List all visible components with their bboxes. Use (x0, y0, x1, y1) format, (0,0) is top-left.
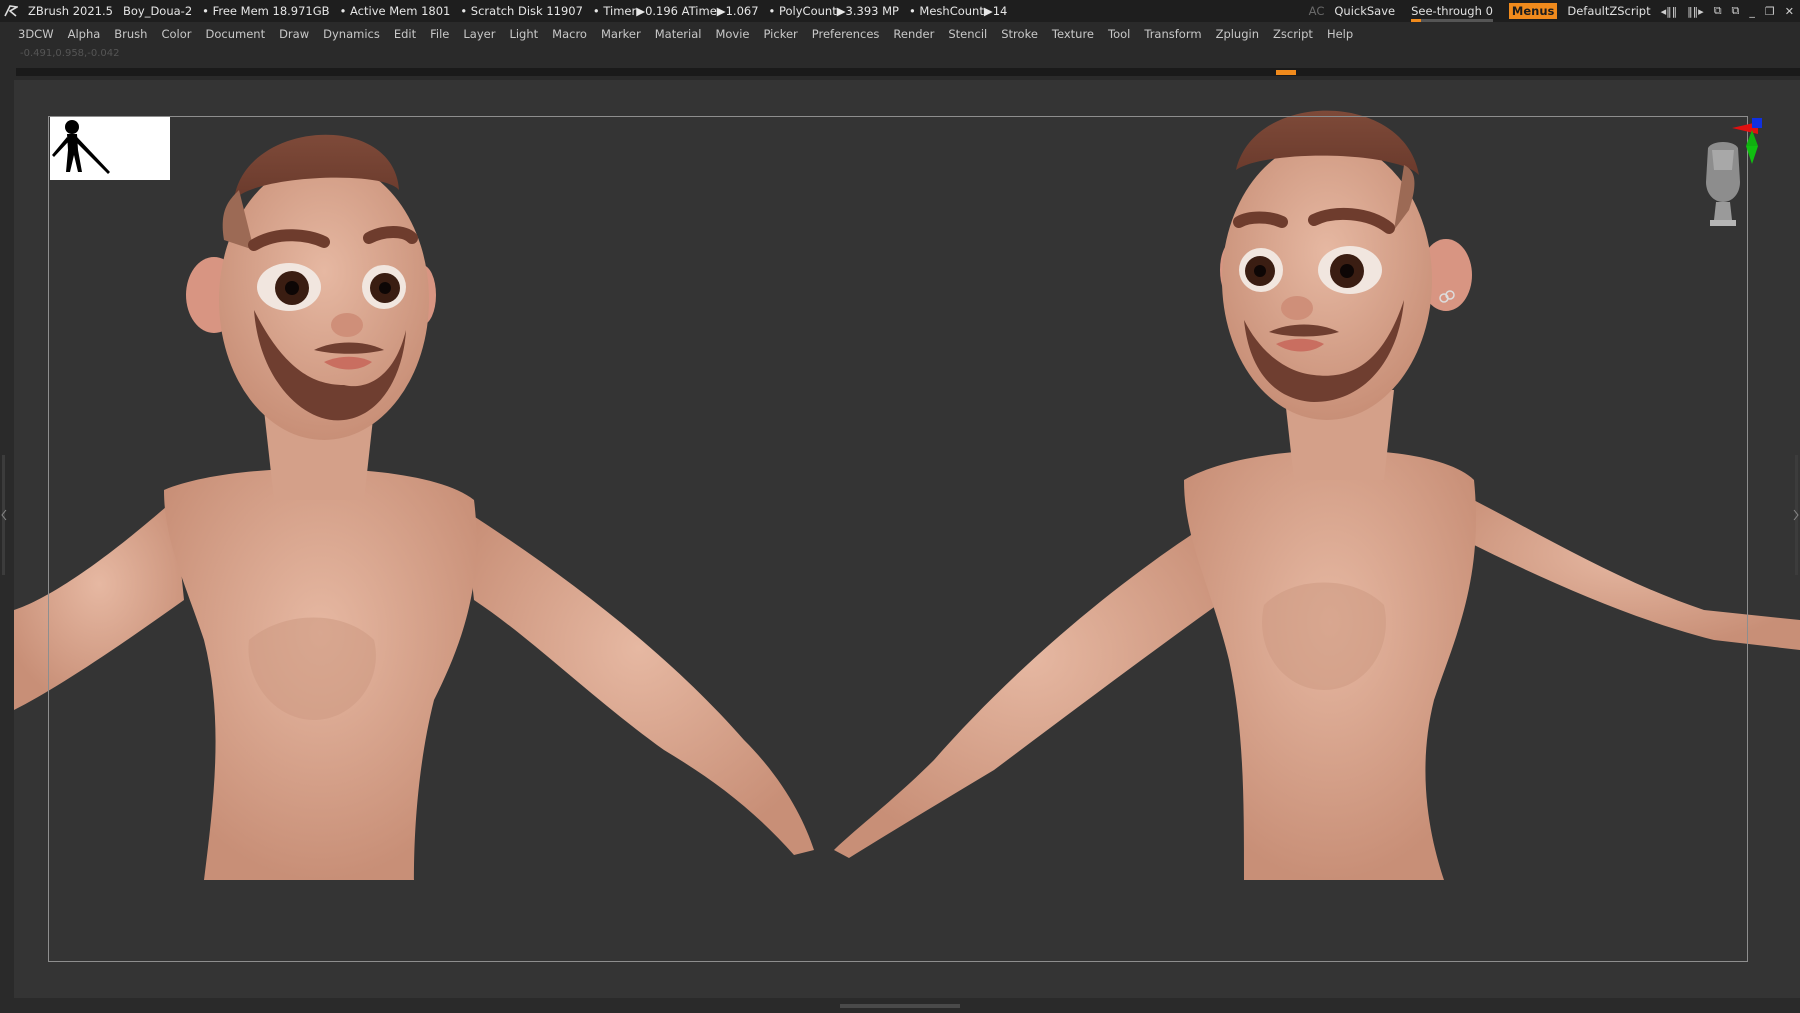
coordinate-readout: -0.491,0.958,-0.042 (20, 48, 120, 59)
see-through-label: See-through (1411, 4, 1482, 18)
quicksave-button[interactable]: QuickSave (1334, 4, 1395, 18)
see-through-value: 0 (1485, 4, 1493, 18)
tray-handle-marker[interactable] (1276, 70, 1296, 75)
menu-document[interactable]: Document (206, 27, 266, 41)
see-through-slider[interactable]: See-through 0 (1405, 4, 1499, 22)
silhouette-preview-icon (52, 120, 110, 174)
polycount-stat: • PolyCount▶3.393 MP (768, 4, 899, 18)
menu-draw[interactable]: Draw (279, 27, 309, 41)
left-tray-toggle[interactable] (0, 455, 8, 575)
head-navigator-icon[interactable] (1698, 140, 1748, 230)
menu-macro[interactable]: Macro (552, 27, 587, 41)
zbrush-logo-icon (4, 5, 18, 17)
timer-stat: • Timer▶0.196 ATime▶1.067 (592, 4, 759, 18)
menu-help[interactable]: Help (1327, 27, 1353, 41)
restore-icon[interactable]: ❐ (1765, 5, 1775, 18)
menus-toggle-button[interactable]: Menus (1508, 3, 1558, 19)
free-mem-stat: • Free Mem 18.971GB (202, 4, 330, 18)
menu-stencil[interactable]: Stencil (948, 27, 987, 41)
menu-3dcw[interactable]: 3DCW (18, 27, 54, 41)
menu-movie[interactable]: Movie (715, 27, 749, 41)
menu-texture[interactable]: Texture (1052, 27, 1094, 41)
minimize-icon[interactable]: _ (1749, 5, 1755, 18)
menu-marker[interactable]: Marker (601, 27, 641, 41)
menu-color[interactable]: Color (161, 27, 191, 41)
menu-edit[interactable]: Edit (394, 27, 416, 41)
menu-alpha[interactable]: Alpha (68, 27, 101, 41)
app-title: ZBrush 2021.5 (28, 4, 113, 18)
menu-preferences[interactable]: Preferences (812, 27, 880, 41)
document-name: Boy_Doua-2 (122, 4, 193, 18)
menu-transform[interactable]: Transform (1144, 27, 1201, 41)
menu-zscript[interactable]: Zscript (1273, 27, 1313, 41)
menu-tool[interactable]: Tool (1108, 27, 1130, 41)
ac-button[interactable]: AC (1309, 4, 1325, 18)
layout-next-icon[interactable]: ‖‖▸ (1687, 5, 1704, 18)
layout-prev-icon[interactable]: ◂‖‖ (1661, 5, 1678, 18)
menu-material[interactable]: Material (655, 27, 702, 41)
active-mem-stat: • Active Mem 1801 (339, 4, 451, 18)
main-menu-bar: 3DCW Alpha Brush Color Document Draw Dyn… (0, 24, 1800, 44)
navigation-thumbnail[interactable] (50, 117, 170, 180)
document-frame (48, 116, 1748, 962)
tray-divider-strip[interactable] (16, 68, 1800, 76)
menu-light[interactable]: Light (509, 27, 538, 41)
menu-stroke[interactable]: Stroke (1001, 27, 1038, 41)
menu-render[interactable]: Render (893, 27, 934, 41)
menu-layer[interactable]: Layer (463, 27, 495, 41)
menu-file[interactable]: File (430, 27, 449, 41)
bottom-tray-grip[interactable] (840, 1004, 960, 1008)
menu-picker[interactable]: Picker (764, 27, 798, 41)
scratch-disk-stat: • Scratch Disk 11907 (460, 4, 583, 18)
layout-save-icon[interactable]: ⧉ (1732, 4, 1740, 18)
menu-brush[interactable]: Brush (114, 27, 147, 41)
layout-swap-icon[interactable]: ⧉ (1714, 4, 1722, 18)
right-tray-toggle[interactable] (1792, 455, 1800, 575)
canvas-viewport[interactable] (14, 80, 1800, 998)
menu-zplugin[interactable]: Zplugin (1216, 27, 1259, 41)
title-bar: ZBrush 2021.5 Boy_Doua-2 • Free Mem 18.9… (0, 0, 1800, 22)
default-zscript-button[interactable]: DefaultZScript (1567, 4, 1650, 18)
bottom-tray-bar (0, 998, 1800, 1013)
see-through-track (1411, 19, 1493, 22)
meshcount-stat: • MeshCount▶14 (908, 4, 1008, 18)
menu-dynamics[interactable]: Dynamics (323, 27, 380, 41)
close-icon[interactable]: ✕ (1785, 5, 1794, 18)
